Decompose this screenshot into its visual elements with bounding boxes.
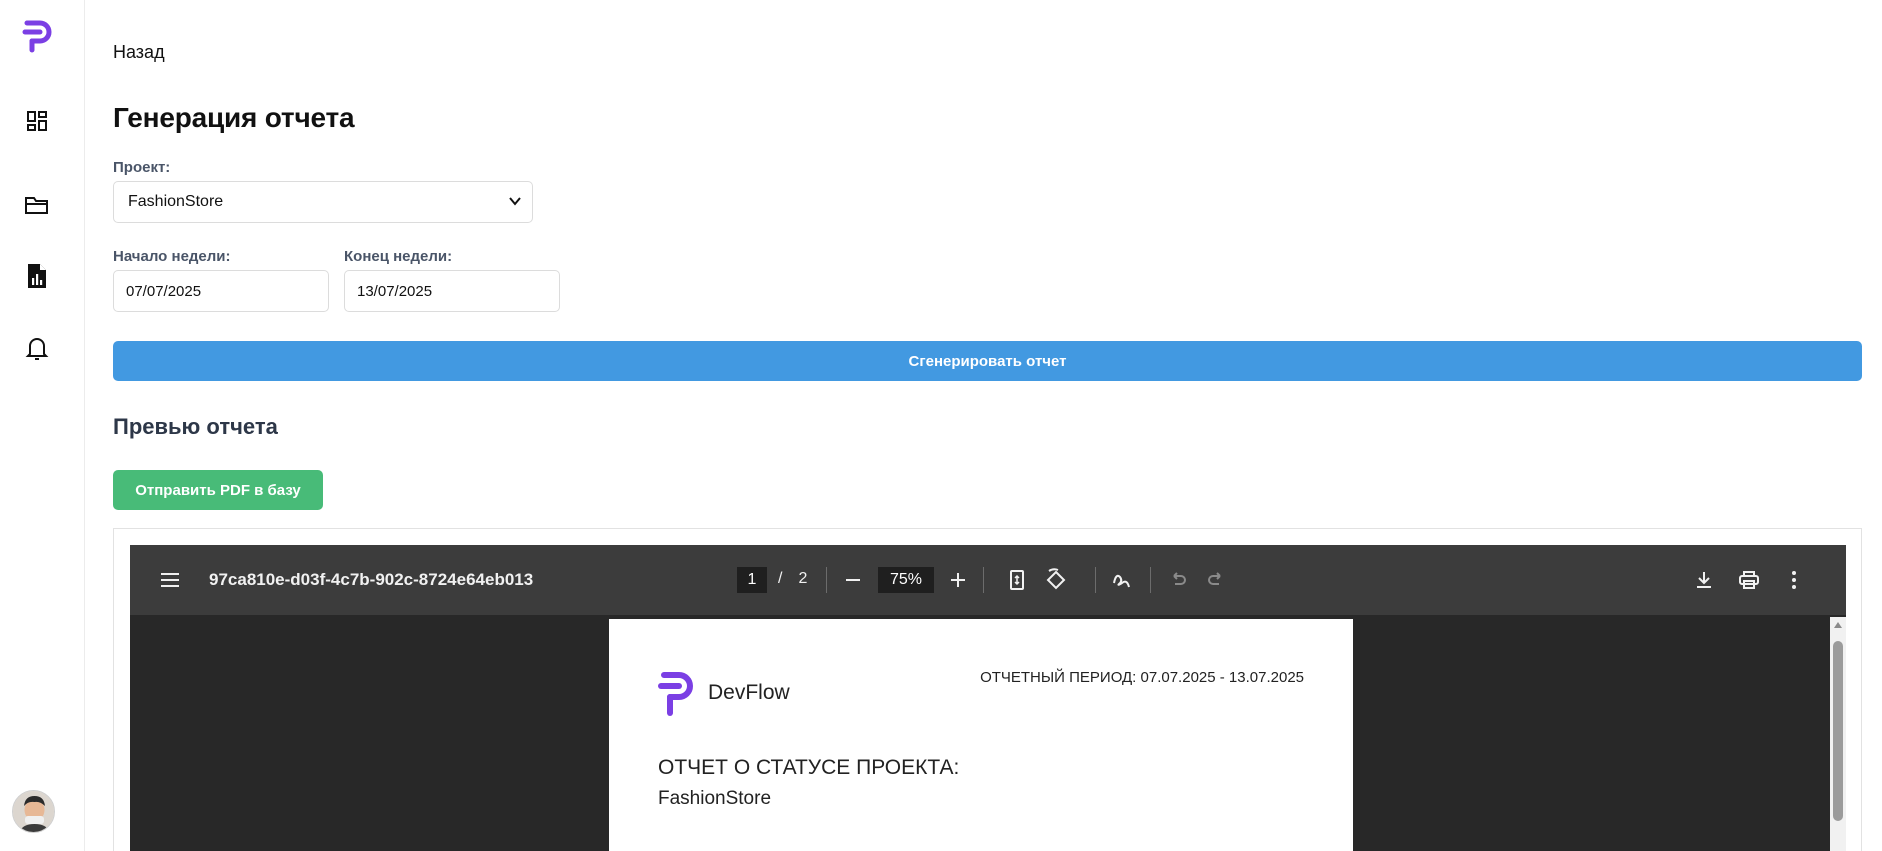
send-pdf-button[interactable]: Отправить PDF в базу (113, 470, 323, 510)
devflow-logo-icon[interactable] (22, 19, 56, 53)
project-select[interactable]: FashionStore (113, 181, 533, 223)
rotate-icon[interactable] (1042, 566, 1070, 594)
pdf-viewer: 97ca810e-d03f-4c7b-902c-8724e64eb013 1 /… (130, 545, 1846, 851)
document-period: ОТЧЕТНЫЙ ПЕРИОД: 07.07.2025 - 13.07.2025 (980, 669, 1304, 686)
zoom-out-icon[interactable] (839, 566, 867, 594)
document-brand: DevFlow (708, 681, 790, 704)
page-title: Генерация отчета (113, 102, 355, 133)
scroll-up-arrow-icon[interactable] (1833, 621, 1843, 629)
week-end-input[interactable]: 13/07/2025 (344, 270, 560, 312)
print-icon[interactable] (1735, 566, 1763, 594)
pdf-page: DevFlow ОТЧЕТНЫЙ ПЕРИОД: 07.07.2025 - 13… (609, 619, 1353, 851)
bell-icon[interactable] (22, 333, 52, 363)
pdf-toolbar: 97ca810e-d03f-4c7b-902c-8724e64eb013 1 /… (130, 545, 1846, 615)
dashboard-icon[interactable] (22, 106, 52, 136)
pdf-filename: 97ca810e-d03f-4c7b-902c-8724e64eb013 (209, 570, 534, 589)
fit-page-icon[interactable] (1003, 566, 1031, 594)
toolbar-divider (1095, 567, 1096, 593)
project-label: Проект: (113, 159, 171, 176)
menu-icon[interactable] (156, 566, 184, 594)
folder-icon[interactable] (22, 190, 52, 220)
main-content: Назад Генерация отчета Проект: FashionSt… (113, 0, 1863, 851)
page-number-input[interactable]: 1 (737, 567, 767, 593)
page-count: /2 (770, 570, 815, 588)
draw-icon[interactable] (1108, 566, 1136, 594)
week-start-input[interactable]: 07/07/2025 (113, 270, 329, 312)
report-icon[interactable] (22, 261, 52, 291)
preview-title: Превью отчета (113, 414, 278, 439)
page-separator: / (778, 570, 783, 587)
zoom-input[interactable]: 75% (878, 567, 934, 593)
devflow-document-logo-icon (658, 670, 696, 723)
back-link[interactable]: Назад (113, 42, 165, 63)
download-icon[interactable] (1690, 566, 1718, 594)
chevron-down-icon (508, 194, 522, 213)
total-pages: 2 (798, 570, 808, 587)
toolbar-divider (1150, 567, 1151, 593)
toolbar-divider (826, 567, 827, 593)
project-select-value: FashionStore (128, 193, 224, 210)
more-options-icon[interactable] (1780, 566, 1808, 594)
week-start-label: Начало недели: (113, 248, 231, 265)
sidebar (0, 0, 85, 851)
generate-report-button[interactable]: Сгенерировать отчет (113, 341, 1862, 381)
document-heading: ОТЧЕТ О СТАТУСЕ ПРОЕКТА: (658, 756, 960, 779)
week-end-label: Конец недели: (344, 248, 453, 265)
undo-icon[interactable] (1164, 566, 1192, 594)
zoom-in-icon[interactable] (944, 566, 972, 594)
redo-icon[interactable] (1202, 566, 1230, 594)
pdf-scroll-thumb[interactable] (1833, 641, 1843, 821)
pdf-scrollbar[interactable] (1830, 617, 1846, 851)
report-preview-frame: 97ca810e-d03f-4c7b-902c-8724e64eb013 1 /… (113, 528, 1862, 851)
document-project-name: FashionStore (658, 788, 772, 809)
avatar[interactable] (12, 790, 55, 833)
toolbar-divider (983, 567, 984, 593)
